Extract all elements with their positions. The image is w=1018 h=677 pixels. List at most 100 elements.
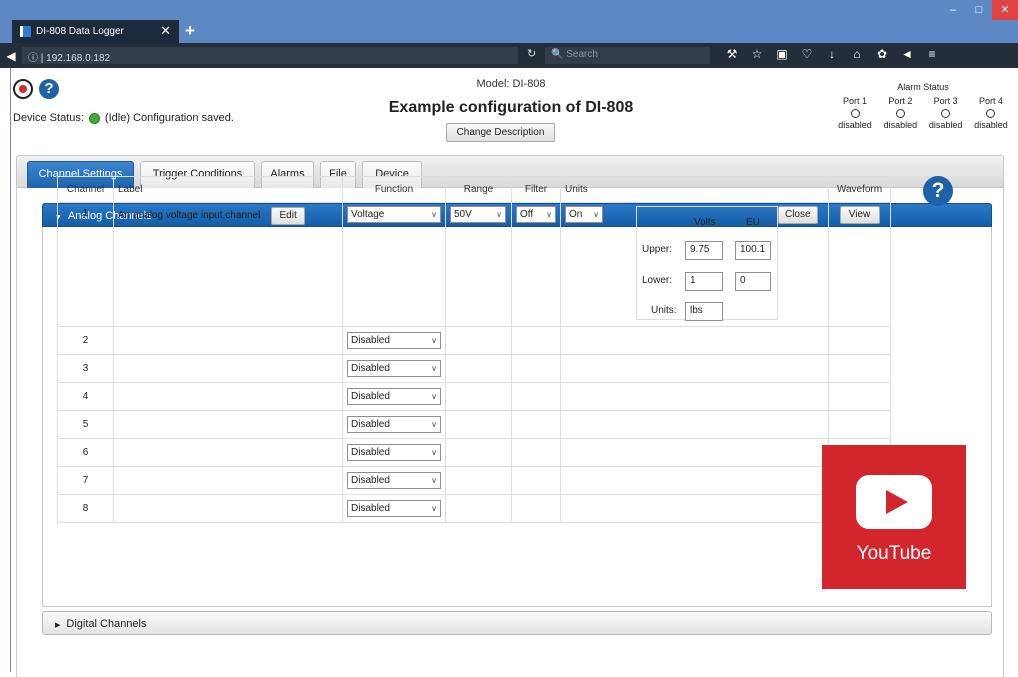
star-icon[interactable]: ☆ bbox=[751, 47, 763, 61]
channel-help-icon[interactable]: ? bbox=[923, 176, 953, 206]
window-close-button[interactable]: ✕ bbox=[992, 0, 1018, 20]
volts-header: Volts bbox=[694, 217, 716, 228]
lower-eu-input[interactable]: 0 bbox=[735, 272, 771, 291]
eu-units-input[interactable]: lbs bbox=[685, 302, 723, 321]
function-cell: Disabled ∨ bbox=[342, 438, 446, 467]
reload-icon[interactable]: ↻ bbox=[527, 47, 536, 60]
digital-channels-title: Digital Channels bbox=[66, 618, 147, 630]
channel-label-cell bbox=[113, 410, 343, 439]
port-indicator-icon bbox=[986, 109, 996, 118]
range-cell bbox=[445, 382, 512, 411]
new-tab-button[interactable]: + bbox=[185, 21, 195, 41]
megaphone-icon[interactable]: ◄ bbox=[901, 47, 913, 61]
upper-label: Upper: bbox=[642, 244, 673, 255]
channel-label: An analog voltage input channel bbox=[118, 210, 261, 221]
channel-label-cell bbox=[113, 382, 343, 411]
channel-number: 5 bbox=[57, 410, 114, 439]
status-led-icon bbox=[88, 112, 100, 124]
units-value: On bbox=[569, 209, 583, 220]
help-icon[interactable]: ? bbox=[39, 79, 59, 99]
browser-navbar: ◀ ⓘ | 192.168.0.182 ↻ 🔍 Search ⚒ ☆ ▣ ♡ ↓… bbox=[0, 43, 1018, 68]
function-select[interactable]: Disabled ∨ bbox=[347, 388, 441, 405]
menu-icon[interactable]: ≡ bbox=[926, 47, 938, 61]
function-select[interactable]: Voltage ∨ bbox=[347, 206, 441, 223]
record-icon[interactable] bbox=[13, 79, 33, 99]
youtube-overlay[interactable]: YouTube bbox=[822, 445, 966, 589]
function-select[interactable]: Disabled ∨ bbox=[347, 500, 441, 517]
waveform-cell bbox=[828, 410, 891, 439]
change-description-button[interactable]: Change Description bbox=[446, 123, 555, 142]
port-name: Port 3 bbox=[933, 96, 958, 106]
chevron-down-icon: ∨ bbox=[593, 210, 599, 219]
browser-tab[interactable]: DI-808 Data Logger ✕ bbox=[12, 20, 179, 43]
function-select[interactable]: Disabled ∨ bbox=[347, 472, 441, 489]
minimize-button[interactable]: – bbox=[940, 0, 966, 20]
home-icon[interactable]: ⌂ bbox=[851, 47, 863, 61]
units-select[interactable]: On ∨ bbox=[565, 206, 603, 223]
units-cell bbox=[560, 382, 829, 411]
alarm-port-4: Port 4 disabled bbox=[969, 96, 1013, 130]
function-value: Disabled bbox=[351, 363, 390, 374]
device-status: Device Status: (Idle) Configuration save… bbox=[13, 112, 234, 124]
digital-channels-header[interactable]: ▶ Digital Channels bbox=[42, 611, 992, 635]
units-cell bbox=[560, 326, 829, 355]
range-cell bbox=[445, 466, 512, 495]
filter-value: Off bbox=[520, 209, 534, 220]
port-state: disabled bbox=[928, 120, 963, 130]
port-state: disabled bbox=[838, 120, 872, 130]
extension-icon[interactable]: ✿ bbox=[876, 47, 888, 61]
function-select[interactable]: Disabled ∨ bbox=[347, 360, 441, 377]
chevron-down-icon: ∨ bbox=[431, 392, 437, 401]
search-input[interactable]: 🔍 Search bbox=[545, 47, 710, 64]
lower-volts-input[interactable]: 1 bbox=[685, 272, 723, 291]
port-name: Port 1 bbox=[842, 96, 867, 106]
waveform-cell: View bbox=[828, 202, 891, 327]
pocket-icon[interactable]: ♡ bbox=[801, 47, 813, 61]
maximize-button[interactable]: □ bbox=[966, 0, 992, 20]
range-cell bbox=[445, 326, 512, 355]
edit-label-button[interactable]: Edit bbox=[271, 207, 306, 225]
alarm-status-title: Alarm Status bbox=[897, 82, 949, 92]
waveform-cell bbox=[828, 354, 891, 383]
chevron-down-icon: ∨ bbox=[431, 504, 437, 513]
filter-cell bbox=[511, 438, 561, 467]
function-select[interactable]: Disabled ∨ bbox=[347, 332, 441, 349]
port-name: Port 4 bbox=[978, 96, 1003, 106]
units-cell bbox=[560, 466, 829, 495]
close-eu-button[interactable]: Close bbox=[777, 206, 818, 224]
units-cell bbox=[560, 438, 829, 467]
device-status-text: (Idle) Configuration saved. bbox=[104, 112, 234, 124]
clipboard-icon[interactable]: ▣ bbox=[776, 47, 788, 61]
wrench-icon[interactable]: ⚒ bbox=[726, 47, 738, 61]
chevron-down-icon: ∨ bbox=[431, 476, 437, 485]
url-bar[interactable]: ⓘ | 192.168.0.182 bbox=[22, 47, 518, 64]
filter-select[interactable]: Off ∨ bbox=[516, 206, 556, 223]
filter-cell bbox=[511, 466, 561, 495]
table-row: 7 Disabled ∨ bbox=[57, 466, 891, 495]
units-cell bbox=[560, 354, 829, 383]
alarm-port-3: Port 3 disabled bbox=[924, 96, 968, 130]
col-channel: Channel bbox=[57, 176, 114, 203]
device-status-label: Device Status: bbox=[13, 112, 84, 124]
function-cell: Disabled ∨ bbox=[342, 354, 446, 383]
function-select[interactable]: Disabled ∨ bbox=[347, 416, 441, 433]
channel-number: 7 bbox=[57, 466, 114, 495]
download-icon[interactable]: ↓ bbox=[826, 47, 838, 61]
units-label: Units: bbox=[651, 305, 677, 316]
chevron-down-icon: ∨ bbox=[431, 420, 437, 429]
upper-volts-input[interactable]: 9.75 bbox=[685, 241, 723, 260]
model-label: Model: DI-808 bbox=[476, 78, 546, 90]
channel-label-cell bbox=[113, 326, 343, 355]
upper-eu-input[interactable]: 100.1 bbox=[735, 241, 771, 260]
range-cell bbox=[445, 410, 512, 439]
function-value: Disabled bbox=[351, 391, 390, 402]
col-function: Function bbox=[342, 176, 446, 203]
channel-number: 3 bbox=[57, 354, 114, 383]
channel-number: 1 bbox=[57, 202, 114, 327]
tab-close-icon[interactable]: ✕ bbox=[160, 23, 171, 39]
view-waveform-button[interactable]: View bbox=[839, 206, 880, 224]
page-title: Example configuration of DI-808 bbox=[388, 99, 634, 116]
back-arrow-icon[interactable]: ◀ bbox=[0, 49, 22, 63]
range-select[interactable]: 50V ∨ bbox=[450, 206, 506, 223]
function-select[interactable]: Disabled ∨ bbox=[347, 444, 441, 461]
